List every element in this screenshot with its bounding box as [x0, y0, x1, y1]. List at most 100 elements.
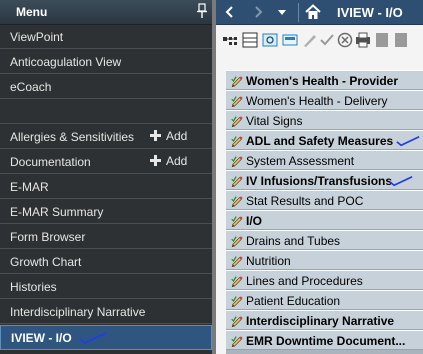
- menu-item-histories[interactable]: Histories: [0, 275, 212, 299]
- band-nutrition[interactable]: Nutrition: [226, 250, 423, 270]
- band-patient-education[interactable]: Patient Education: [226, 290, 423, 310]
- menu-item-label: Form Browser: [10, 230, 86, 244]
- band-label: System Assessment: [246, 154, 355, 168]
- band-adl-and-safety-measures[interactable]: ADL and Safety Measures: [226, 130, 423, 150]
- sign-icon[interactable]: [302, 32, 318, 48]
- iview-panel: IVIEW - I/O Women's Health - Provider Wo…: [212, 0, 423, 354]
- add-label: Add: [166, 129, 188, 143]
- documentation-pencil-icon: [231, 256, 243, 268]
- flowsheet-icon[interactable]: [262, 32, 278, 48]
- menu-item-label: Histories: [10, 280, 57, 294]
- table-view-icon[interactable]: [242, 32, 258, 48]
- documentation-pencil-icon: [231, 96, 243, 108]
- menu-item-interdisciplinary-narrative[interactable]: Interdisciplinary Narrative: [0, 300, 212, 324]
- menu-item-documentation[interactable]: Documentation Add: [0, 150, 212, 174]
- menu-sidebar: Menu ViewPoint Anticoagulation View eCoa…: [0, 0, 212, 354]
- band-iv-infusions-transfusions[interactable]: IV Infusions/Transfusions: [226, 170, 423, 190]
- band-label: EMR Downtime Document...: [246, 334, 406, 348]
- back-arrow-icon[interactable]: [224, 6, 236, 18]
- documentation-pencil-icon: [231, 196, 243, 208]
- band-label: Stat Results and POC: [246, 194, 364, 208]
- view-title: IVIEW - I/O: [337, 5, 403, 20]
- band-women-s-health-provider[interactable]: Women's Health - Provider: [226, 70, 423, 90]
- plus-icon: [150, 155, 161, 166]
- forward-arrow-icon[interactable]: [252, 6, 264, 18]
- add-documentation-button[interactable]: Add: [150, 154, 187, 168]
- documentation-pencil-icon: [231, 316, 243, 328]
- band-label: I/O: [246, 214, 263, 228]
- band-vital-signs[interactable]: Vital Signs: [226, 110, 423, 130]
- menu-title: Menu: [16, 5, 48, 19]
- documentation-pencil-icon: [231, 336, 243, 348]
- band-drains-and-tubes[interactable]: Drains and Tubes: [226, 230, 423, 250]
- menu-item-emar-summary[interactable]: E-MAR Summary: [0, 200, 212, 224]
- documentation-pencil-icon: [231, 116, 243, 128]
- documentation-pencil-icon: [231, 156, 243, 168]
- checkmark-annotation-icon: [389, 175, 413, 187]
- band-label: Drains and Tubes: [246, 234, 341, 248]
- band-stat-results-and-poc[interactable]: Stat Results and POC: [226, 190, 423, 210]
- menu-item-label: E-MAR Summary: [10, 205, 104, 219]
- documentation-pencil-icon: [231, 236, 243, 248]
- menu-item-iview-io[interactable]: IVIEW - I/O: [0, 325, 212, 350]
- band-lines-and-procedures[interactable]: Lines and Procedures: [226, 270, 423, 290]
- plus-icon: [150, 130, 161, 141]
- band-list: Women's Health - Provider Women's Health …: [226, 70, 423, 354]
- menu-item-growth-chart[interactable]: Growth Chart: [0, 250, 212, 274]
- band-label: IV Infusions/Transfusions: [246, 174, 393, 188]
- menu-item-label: Allergies & Sensitivities: [10, 130, 135, 144]
- history-dropdown-icon[interactable]: [278, 10, 286, 16]
- band-emr-downtime-document[interactable]: EMR Downtime Document...: [226, 330, 423, 350]
- band-label: Patient Education: [246, 294, 341, 308]
- menu-item-label: Interdisciplinary Narrative: [10, 305, 146, 319]
- document-icon[interactable]: [374, 32, 390, 48]
- document-icon[interactable]: [393, 32, 409, 48]
- band-i-o[interactable]: I/O: [226, 210, 423, 230]
- calculator-icon[interactable]: [282, 32, 298, 48]
- menu-item-ecoach[interactable]: eCoach: [0, 75, 212, 99]
- menu-item-emar[interactable]: E-MAR: [0, 175, 212, 199]
- band-label: Women's Health - Provider: [246, 74, 398, 88]
- menu-item-allergies[interactable]: Allergies & Sensitivities Add: [0, 125, 212, 149]
- menu-item-label: IVIEW - I/O: [11, 331, 72, 345]
- menu-header: Menu: [0, 0, 212, 25]
- add-allergy-button[interactable]: Add: [150, 129, 187, 143]
- menu-spacer: [0, 100, 212, 124]
- check-icon[interactable]: [319, 32, 335, 48]
- documentation-pencil-icon: [231, 176, 243, 188]
- band-system-assessment[interactable]: System Assessment: [226, 150, 423, 170]
- view-title-bar: IVIEW - I/O: [216, 0, 423, 25]
- band-interdisciplinary-narrative[interactable]: Interdisciplinary Narrative: [226, 310, 423, 330]
- documentation-pencil-icon: [231, 76, 243, 88]
- menu-item-label: Documentation: [10, 155, 91, 169]
- band-label: Interdisciplinary Narrative: [246, 314, 395, 328]
- band-label: Lines and Procedures: [246, 274, 363, 288]
- documentation-pencil-icon: [231, 136, 243, 148]
- band-label: Women's Health - Delivery: [246, 94, 388, 108]
- menu-item-label: eCoach: [10, 80, 52, 94]
- print-icon[interactable]: [355, 32, 371, 48]
- documentation-pencil-icon: [231, 276, 243, 288]
- menu-item-anticoagulation-view[interactable]: Anticoagulation View: [0, 50, 212, 74]
- expand-collapse-icon[interactable]: [222, 32, 238, 48]
- menu-item-label: E-MAR: [10, 180, 49, 194]
- documentation-pencil-icon: [231, 296, 243, 308]
- cancel-icon[interactable]: [337, 32, 353, 48]
- home-icon[interactable]: [305, 4, 321, 20]
- menu-item-label: Anticoagulation View: [10, 55, 122, 69]
- band-women-s-health-delivery[interactable]: Women's Health - Delivery: [226, 90, 423, 110]
- toolbar: [216, 25, 423, 57]
- menu-item-label: ViewPoint: [10, 30, 64, 44]
- divider: [298, 3, 299, 22]
- documentation-pencil-icon: [231, 216, 243, 228]
- add-label: Add: [166, 154, 188, 168]
- checkmark-annotation-icon: [396, 135, 420, 147]
- menu-item-label: Growth Chart: [10, 255, 82, 269]
- checkmark-annotation-icon: [79, 332, 107, 345]
- menu-item-viewpoint[interactable]: ViewPoint: [0, 25, 212, 49]
- band-label: ADL and Safety Measures: [246, 134, 394, 148]
- band-label: Vital Signs: [246, 114, 303, 128]
- pin-icon[interactable]: [197, 3, 207, 19]
- band-label: Nutrition: [246, 254, 291, 268]
- menu-item-form-browser[interactable]: Form Browser: [0, 225, 212, 249]
